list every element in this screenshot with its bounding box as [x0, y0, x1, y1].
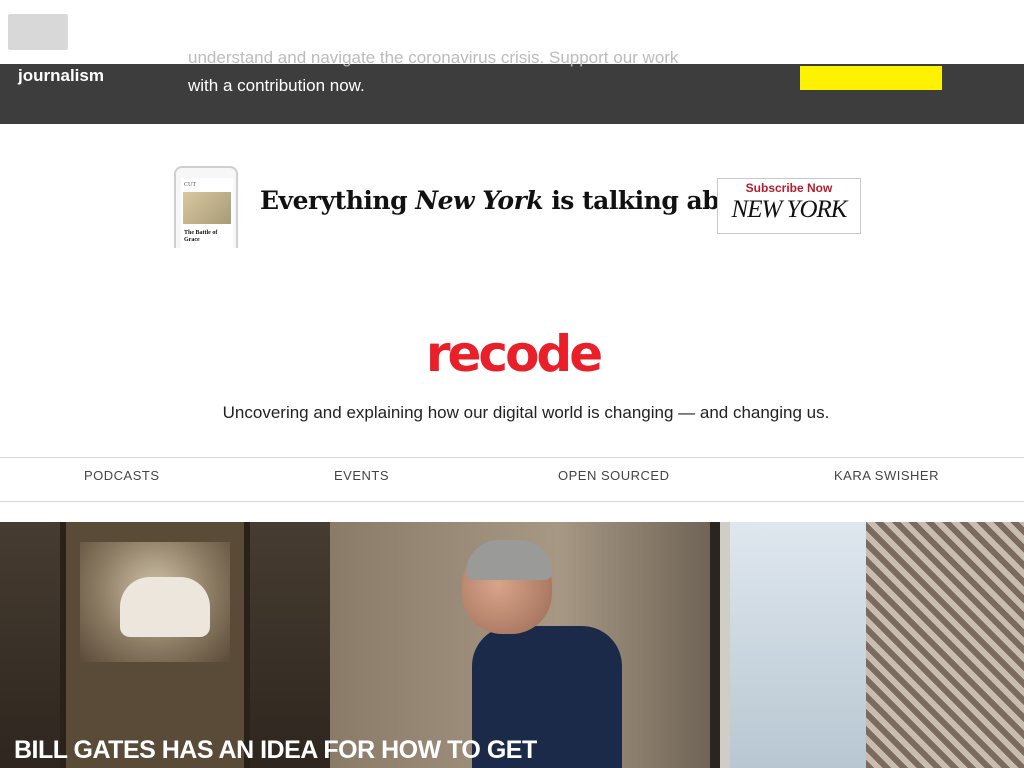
journalism-button[interactable]: journalism: [12, 62, 110, 90]
nav-link-podcasts[interactable]: PODCASTS: [84, 468, 160, 483]
subscribe-button[interactable]: Subscribe Now NEW YORK: [717, 178, 861, 234]
nav-link-events[interactable]: EVENTS: [334, 468, 389, 483]
hero-heading[interactable]: BILL GATES HAS AN IDEA FOR HOW TO GET: [14, 736, 614, 765]
phone-article-image: [183, 192, 231, 224]
nav-link-open-sourced[interactable]: OPEN SOURCED: [558, 468, 669, 483]
hero-person: [462, 540, 622, 768]
phone-preview-image: CUT The Battle of Grace: [174, 166, 238, 248]
banner-message-line2: with a contribution now.: [188, 76, 365, 95]
hero-dog-statue: [120, 577, 210, 637]
new-york-logo: NEW YORK: [731, 196, 848, 223]
site-tagline: Uncovering and explaining how our digita…: [222, 403, 830, 422]
contribute-button[interactable]: [800, 66, 942, 90]
recode-logo[interactable]: recode: [418, 328, 608, 380]
banner-message: understand and navigate the coronavirus …: [188, 44, 748, 100]
hero-person-hair: [466, 540, 552, 580]
nav-divider-bottom: [0, 501, 1024, 502]
section-nav: PODCASTS EVENTS OPEN SOURCED KARA SWISHE…: [0, 458, 1024, 501]
ad-tagline: Everything New York is talking about.: [260, 186, 773, 215]
banner-logo-image: [8, 14, 68, 50]
banner-message-line1: understand and navigate the coronavirus …: [188, 48, 679, 67]
nav-button-kara-swisher[interactable]: KARA SWISHER: [834, 468, 939, 483]
ad-tagline-brand: New York: [415, 186, 544, 215]
phone-section-label: CUT: [184, 182, 196, 188]
subscribe-label: Subscribe Now: [745, 181, 833, 195]
hero-story[interactable]: BILL GATES HAS AN IDEA FOR HOW TO GET: [0, 522, 1024, 768]
hero-window: [720, 522, 870, 768]
phone-caption: The Battle of Grace: [184, 230, 218, 243]
donation-banner: journalism understand and navigate the c…: [0, 0, 1024, 124]
hero-curtain: [866, 522, 1024, 768]
nymag-ad[interactable]: CUT The Battle of Grace Everything New Y…: [170, 160, 870, 252]
ad-tagline-before: Everything: [260, 186, 416, 215]
